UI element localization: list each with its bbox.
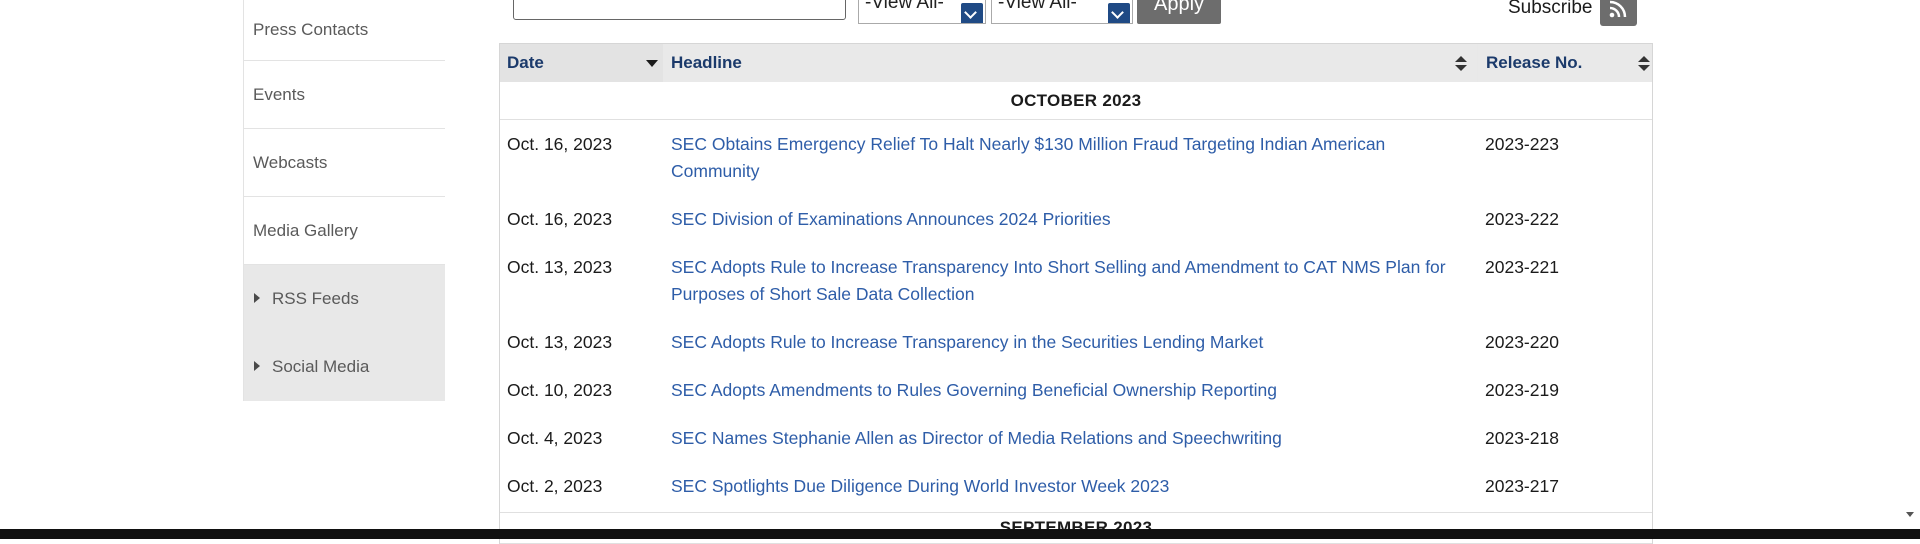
release-number: 2023-218 <box>1485 428 1559 448</box>
sidebar-item-press-contacts[interactable]: Press Contacts <box>244 0 445 61</box>
release-number: 2023-221 <box>1485 257 1559 277</box>
table-row: Oct. 13, 2023 SEC Adopts Rule to Increas… <box>500 318 1652 366</box>
release-number: 2023-222 <box>1485 209 1559 229</box>
month-group-heading: SEPTEMBER 2023 <box>500 512 1652 544</box>
column-header-label: Headline <box>671 53 742 72</box>
release-date: Oct. 2, 2023 <box>507 476 603 496</box>
sidebar-item-media-gallery[interactable]: Media Gallery <box>244 197 445 265</box>
month-select[interactable]: -View All- <box>991 0 1133 24</box>
subscribe-label: Subscribe <box>1508 0 1593 18</box>
sidebar-item-events[interactable]: Events <box>244 61 445 129</box>
rss-subscribe-button[interactable] <box>1600 0 1637 26</box>
release-date: Oct. 16, 2023 <box>507 134 613 154</box>
sidebar-item-label: Media Gallery <box>253 221 358 240</box>
column-header-headline[interactable]: Headline <box>663 44 1477 82</box>
release-date: Oct. 16, 2023 <box>507 209 613 229</box>
sidebar-item-label: Webcasts <box>253 153 328 172</box>
table-row: Oct. 13, 2023 SEC Adopts Rule to Increas… <box>500 243 1652 318</box>
headline-link[interactable]: SEC Division of Examinations Announces 2… <box>671 206 1471 233</box>
scroll-down-icon[interactable] <box>1906 512 1914 517</box>
rss-icon <box>1609 0 1627 18</box>
release-date: Oct. 4, 2023 <box>507 428 603 448</box>
column-header-label: Release No. <box>1486 53 1583 72</box>
sidebar-item-label: Social Media <box>272 357 370 376</box>
sort-descending-icon <box>646 60 658 67</box>
caret-right-icon <box>254 293 260 303</box>
sidebar-nav: Press Contacts Events Webcasts Media Gal… <box>243 0 445 401</box>
search-input[interactable] <box>513 0 846 20</box>
table-row: Oct. 4, 2023 SEC Names Stephanie Allen a… <box>500 414 1652 462</box>
column-header-label: Date <box>507 53 544 72</box>
press-releases-table: Date Headline Release No. OCTOBER 2023 O… <box>499 43 1653 544</box>
table-row: Oct. 2, 2023 SEC Spotlights Due Diligenc… <box>500 462 1652 512</box>
table-row: Oct. 10, 2023 SEC Adopts Amendments to R… <box>500 366 1652 414</box>
release-number: 2023-223 <box>1485 134 1559 154</box>
headline-link[interactable]: SEC Names Stephanie Allen as Director of… <box>671 425 1471 452</box>
sidebar-item-label: RSS Feeds <box>272 289 359 308</box>
table-header: Date Headline Release No. <box>500 44 1652 82</box>
column-header-date[interactable]: Date <box>500 44 670 82</box>
headline-link[interactable]: SEC Adopts Rule to Increase Transparency… <box>671 254 1471 308</box>
sidebar-item-social-media[interactable]: Social Media <box>244 333 445 401</box>
sidebar-item-label: Press Contacts <box>253 20 369 39</box>
release-number: 2023-220 <box>1485 332 1559 352</box>
table-row: Oct. 16, 2023 SEC Obtains Emergency Reli… <box>500 120 1652 195</box>
sort-icon <box>1638 56 1650 72</box>
column-header-release-no[interactable]: Release No. <box>1478 44 1652 82</box>
sidebar-item-label: Events <box>253 85 305 104</box>
apply-button[interactable]: Apply <box>1137 0 1221 24</box>
table-row: Oct. 16, 2023 SEC Division of Examinatio… <box>500 195 1652 243</box>
release-number: 2023-219 <box>1485 380 1559 400</box>
headline-link[interactable]: SEC Adopts Rule to Increase Transparency… <box>671 329 1471 356</box>
release-date: Oct. 13, 2023 <box>507 332 613 352</box>
taskbar <box>0 529 1920 539</box>
release-number: 2023-217 <box>1485 476 1559 496</box>
headline-link[interactable]: SEC Obtains Emergency Relief To Halt Nea… <box>671 131 1471 185</box>
month-select-value: -View All- <box>998 0 1077 13</box>
headline-link[interactable]: SEC Spotlights Due Diligence During Worl… <box>671 473 1471 500</box>
year-select[interactable]: -View All- <box>858 0 986 24</box>
sidebar-item-webcasts[interactable]: Webcasts <box>244 129 445 197</box>
sort-icon <box>1455 56 1467 72</box>
month-group-heading: OCTOBER 2023 <box>500 82 1652 120</box>
release-date: Oct. 10, 2023 <box>507 380 613 400</box>
year-select-value: -View All- <box>865 0 944 13</box>
chevron-down-icon <box>1108 3 1130 23</box>
headline-link[interactable]: SEC Adopts Amendments to Rules Governing… <box>671 377 1471 404</box>
sidebar-item-rss-feeds[interactable]: RSS Feeds <box>244 265 445 333</box>
caret-right-icon <box>254 361 260 371</box>
chevron-down-icon <box>961 3 983 23</box>
release-date: Oct. 13, 2023 <box>507 257 613 277</box>
